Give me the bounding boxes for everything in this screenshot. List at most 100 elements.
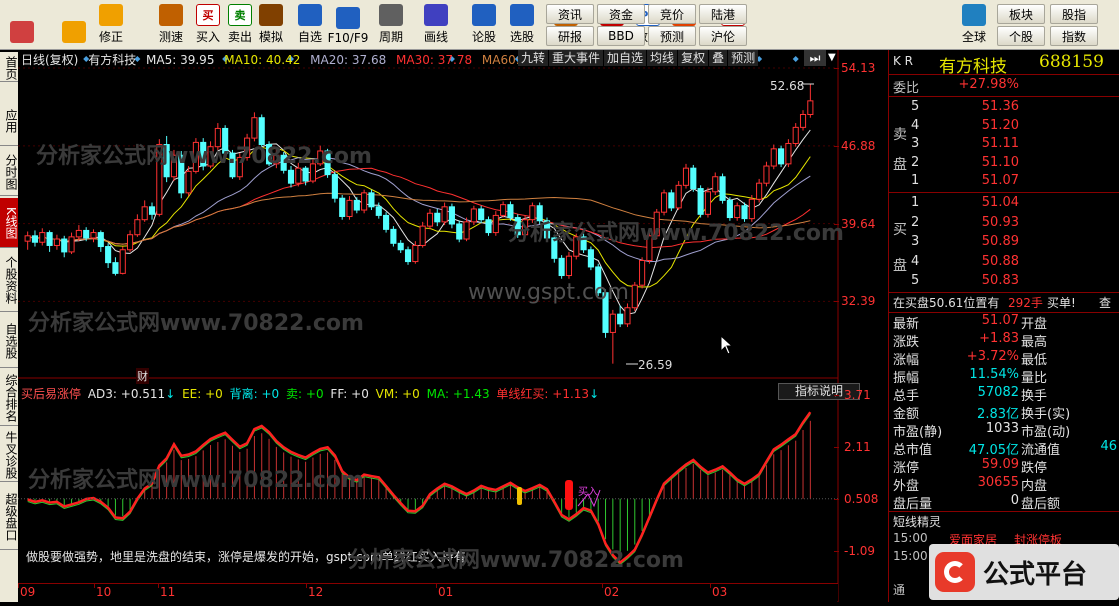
buy-level-row[interactable]: 4 50.88 (889, 254, 1119, 272)
stat-label: 总市值 (893, 443, 933, 458)
quick-tab-10[interactable]: 个股 (997, 26, 1045, 46)
quick-tab-5[interactable]: BBD (597, 26, 645, 46)
level-num: 3 (911, 136, 920, 151)
level-num: 4 (911, 253, 920, 269)
candle (704, 187, 711, 218)
stat-value: 0 (1010, 493, 1019, 508)
F10/F9-toolbar-button[interactable]: F10/F9 (328, 2, 368, 48)
back-arrow-icon-toolbar-button[interactable] (56, 2, 92, 48)
candle (470, 205, 477, 226)
stat-label-2: 盘后额 (1021, 497, 1061, 512)
nav-4[interactable]: 个股资料 (0, 248, 18, 312)
chart-menu-item[interactable]: 叠 (709, 50, 728, 66)
sell-side-label: 卖盘 (893, 127, 907, 173)
time-axis: 09 10 11 12 01 02 03 (18, 583, 838, 601)
buy-level-row[interactable]: 3 50.89 (889, 234, 1119, 252)
chevron-down-icon[interactable]: ▼ (828, 50, 840, 66)
quick-tab-8[interactable]: 板块 (997, 4, 1045, 24)
info-card-icon (336, 7, 360, 29)
candle (631, 281, 638, 311)
quick-tab-11[interactable]: 指数 (1050, 26, 1098, 46)
nav-8[interactable]: 超级盘口 (0, 484, 18, 550)
sell-level-row[interactable]: 1 51.07 (889, 173, 1119, 191)
indicator-name[interactable]: 买后易涨停 (21, 387, 81, 401)
position-text: 在买盘50.61位置有 (893, 296, 1000, 310)
grid-icon-toolbar-button[interactable] (4, 2, 40, 48)
buy-side-label: 买盘 (893, 222, 907, 274)
news-title[interactable]: 短线精灵 (889, 513, 1119, 531)
周期-toolbar-button[interactable]: 周期 (373, 2, 409, 48)
sell-level-row[interactable]: 5 51.36 (889, 99, 1119, 117)
stock-name-label: 有方科技 (88, 53, 137, 67)
nav-1[interactable]: 应用 (0, 96, 18, 146)
chart-menu-item[interactable]: 重大事件 (549, 50, 604, 66)
画线-toolbar-button[interactable]: 画线 (418, 2, 454, 48)
buy-price: 50.89 (981, 234, 1019, 249)
stock-code: 688159 (1039, 52, 1104, 72)
nav-5[interactable]: 自选股 (0, 314, 18, 368)
watermark: www.gspt.com (468, 280, 629, 305)
chart-menu-item[interactable]: 加自选 (604, 50, 647, 66)
brand-logo-text: 公式平台 (983, 559, 1088, 590)
quick-tab-1[interactable]: 资金 (597, 4, 645, 24)
全球-toolbar-button[interactable]: 全球 (956, 2, 992, 48)
price-tick: 39.64 (841, 216, 876, 231)
nav-3[interactable]: K线图 (0, 198, 18, 248)
chart-menu-item[interactable]: 九转 (518, 50, 549, 66)
candle (31, 230, 39, 247)
chart-area[interactable]: 日线(复权) 有方科技 MA5: 39.95 MA10: 40.42 MA20:… (18, 50, 888, 602)
stat-row: 振幅 11.54% 量比 (889, 367, 1119, 386)
quick-tab-9[interactable]: 股指 (1050, 4, 1098, 24)
stat-value: +1.83 (979, 331, 1019, 346)
stat-label-2: 最低 (1021, 353, 1048, 368)
nav-0[interactable]: 首页 (0, 54, 18, 82)
stat-row: 涨幅 +3.72% 最低 (889, 349, 1119, 368)
quick-tab-3[interactable]: 陆港 (699, 4, 747, 24)
buy-level-row[interactable]: 2 50.93 (889, 215, 1119, 233)
price-tick: 32.39 (841, 294, 876, 309)
quick-tab-6[interactable]: 预测 (648, 26, 696, 46)
nav-7[interactable]: 牛叉诊股 (0, 428, 18, 482)
grid-icon (10, 21, 34, 43)
sell-level-row[interactable]: 3 51.11 (889, 136, 1119, 154)
测速-toolbar-button[interactable]: 测速 (153, 2, 189, 48)
买入-toolbar-button[interactable]: 买买入 (190, 2, 226, 48)
stat-label: 外盘 (893, 479, 920, 494)
chart-menu-item[interactable]: 均线 (647, 50, 678, 66)
candle (134, 214, 141, 237)
修正-toolbar-button[interactable]: 修正 (93, 2, 129, 48)
sell-level-row[interactable]: 4 51.20 (889, 118, 1119, 136)
buy-level-row[interactable]: 1 51.04 (889, 195, 1119, 213)
模拟-toolbar-button[interactable]: 模拟 (253, 2, 289, 48)
sell-level-row[interactable]: 2 51.10 (889, 155, 1119, 173)
quick-tab-4[interactable]: 研报 (546, 26, 594, 46)
buy-level-row[interactable]: 5 50.83 (889, 273, 1119, 291)
quick-tab-2[interactable]: 竞价 (648, 4, 696, 24)
stat-value: 51.07 (981, 313, 1019, 328)
candle (112, 257, 119, 276)
candle (558, 255, 565, 279)
stat-row: 总手 57082 换手 (889, 385, 1119, 404)
选股-toolbar-button[interactable]: 选股 (504, 2, 540, 48)
candle (119, 246, 126, 275)
position-query-button[interactable]: 查 (1099, 294, 1111, 311)
stat-label: 市盈(静) (893, 425, 943, 440)
watermark: 分析家公式网www.70822.com (348, 548, 684, 573)
event-mark[interactable]: 财 (136, 368, 149, 384)
chart-nav-icon[interactable]: ⏭ (804, 50, 826, 66)
nav-2[interactable]: 分时图 (0, 148, 18, 196)
candle (53, 234, 60, 250)
自选-toolbar-button[interactable]: 自选 (292, 2, 328, 48)
ind-ee: EE: +0 (182, 387, 223, 401)
stat-label-2: 市盈(动) (1021, 425, 1071, 440)
signal-marker-yellow (517, 487, 522, 505)
chart-menu-item[interactable]: 预测 (728, 50, 759, 66)
buy-mark: 买入 (578, 487, 598, 498)
quick-tab-7[interactable]: 沪伦 (699, 26, 747, 46)
nav-6[interactable]: 综合排名 (0, 370, 18, 426)
candle (90, 229, 97, 243)
quick-tab-0[interactable]: 资讯 (546, 4, 594, 24)
chart-menu-item[interactable]: 复权 (678, 50, 709, 66)
cycle-icon (379, 4, 403, 26)
论股-toolbar-button[interactable]: 论股 (466, 2, 502, 48)
